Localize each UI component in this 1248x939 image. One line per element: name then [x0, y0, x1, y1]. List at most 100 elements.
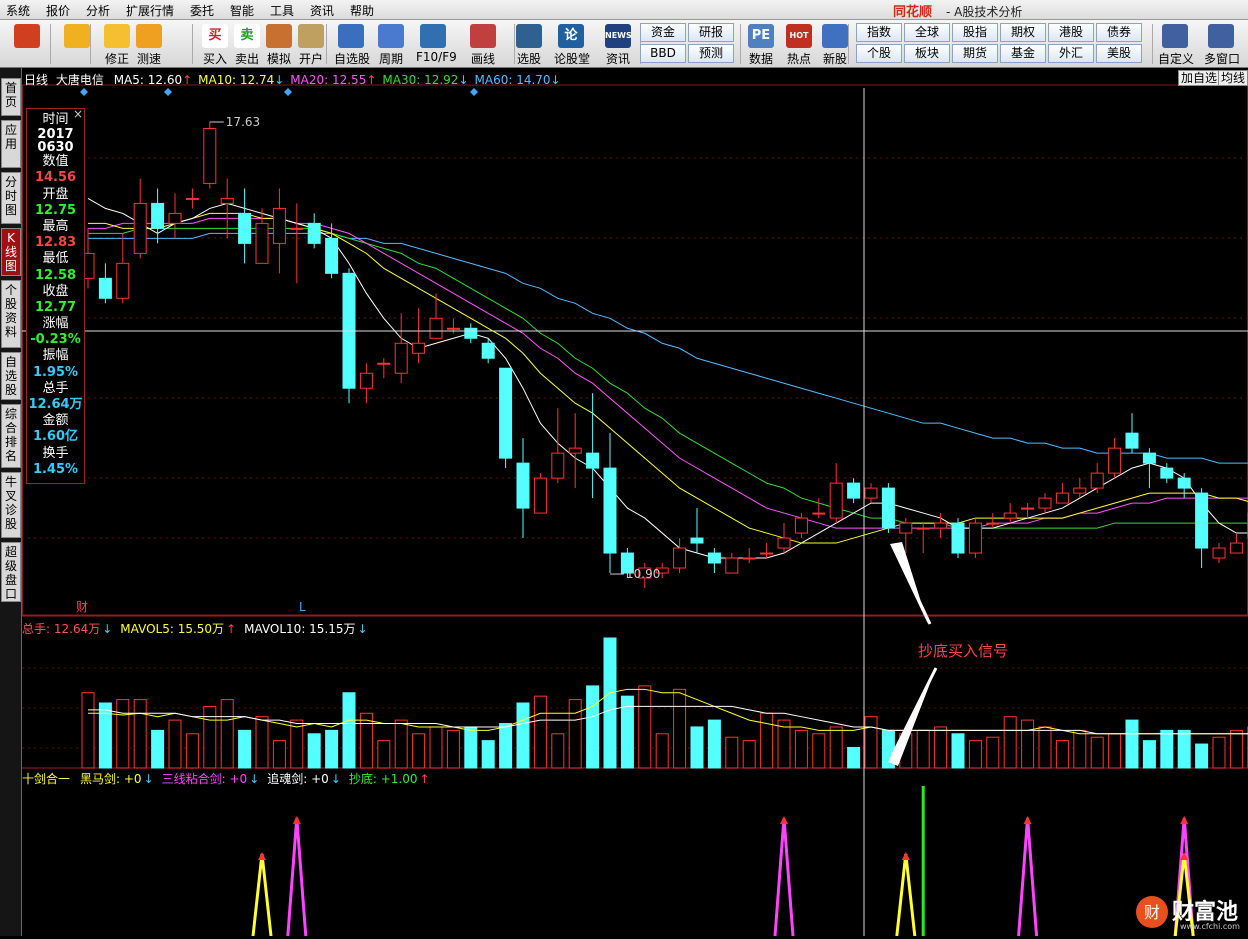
volume-bar[interactable] [169, 720, 181, 768]
candle-body[interactable] [239, 213, 251, 243]
candle-body[interactable] [152, 203, 164, 228]
candle-body[interactable] [830, 483, 842, 518]
candle-body[interactable] [674, 548, 686, 568]
candle-body[interactable] [1074, 488, 1086, 493]
volume-bar[interactable] [848, 747, 860, 768]
toolbar-item-17[interactable]: 新股 [818, 20, 852, 68]
toolbar-item-11[interactable]: 画线 [466, 20, 500, 68]
ma-setting-button[interactable]: 均线 [1218, 70, 1248, 86]
volume-bar[interactable] [1109, 734, 1121, 768]
quick-button-2[interactable]: BBD [640, 44, 686, 63]
volume-bar[interactable] [447, 730, 459, 768]
volume-bar[interactable] [186, 734, 198, 768]
candle-body[interactable] [221, 198, 233, 203]
candle-body[interactable] [500, 368, 512, 458]
close-icon[interactable]: × [73, 107, 83, 121]
volume-bar[interactable] [534, 696, 546, 768]
quick-button-1[interactable]: 研报 [688, 23, 734, 42]
menu-item[interactable]: 扩展行情 [126, 2, 174, 19]
volume-bar[interactable] [413, 734, 425, 768]
quick-button-15[interactable]: 美股 [1096, 44, 1142, 63]
volume-bar[interactable] [813, 734, 825, 768]
volume-bar[interactable] [1178, 730, 1190, 768]
candle-body[interactable] [569, 448, 581, 453]
quick-button-11[interactable]: 板块 [904, 44, 950, 63]
volume-bar[interactable] [674, 689, 686, 768]
volume-bar[interactable] [952, 734, 964, 768]
toolbar-item-3[interactable]: 测速 [132, 20, 166, 68]
candle-body[interactable] [1126, 433, 1138, 448]
candle-body[interactable] [778, 538, 790, 548]
candle-body[interactable] [517, 463, 529, 508]
volume-bar[interactable] [204, 706, 216, 768]
candle-body[interactable] [795, 518, 807, 533]
toolbar-item-2[interactable]: 修正 [100, 20, 134, 68]
volume-bar[interactable] [395, 720, 407, 768]
volume-bar[interactable] [1039, 727, 1051, 768]
candle-body[interactable] [1178, 478, 1190, 488]
menu-item[interactable]: 分析 [86, 2, 110, 19]
candle-body[interactable] [117, 263, 129, 298]
add-favorite-button[interactable]: 加自选 [1178, 70, 1220, 86]
volume-bar[interactable] [1022, 720, 1034, 768]
candle-body[interactable] [482, 343, 494, 358]
candle-body[interactable] [952, 523, 964, 553]
candle-body[interactable] [1143, 453, 1155, 463]
quick-button-5[interactable]: 全球 [904, 23, 950, 42]
volume-bar[interactable] [969, 741, 981, 768]
volume-bar[interactable] [326, 730, 338, 768]
toolbar-item-7[interactable]: 开户 [294, 20, 328, 68]
volume-bar[interactable] [1213, 737, 1225, 768]
volume-bar[interactable] [1143, 741, 1155, 768]
chart-svg[interactable]: 17.6310.90财L抄底买入信号 [22, 68, 1248, 936]
toolbar-item-6[interactable]: 模拟 [262, 20, 296, 68]
volume-bar[interactable] [465, 727, 477, 768]
toolbar-item-4[interactable]: 买买入 [198, 20, 232, 68]
volume-bar[interactable] [830, 727, 842, 768]
quick-button-10[interactable]: 个股 [856, 44, 902, 63]
candle-body[interactable] [447, 328, 459, 329]
volume-bar[interactable] [935, 727, 947, 768]
volume-bar[interactable] [221, 700, 233, 768]
candle-body[interactable] [395, 343, 407, 373]
toolbar-item-13[interactable]: 论论股堂 [554, 20, 588, 68]
volume-bar[interactable] [99, 703, 111, 768]
candle-body[interactable] [708, 553, 720, 563]
volume-bar[interactable] [1161, 730, 1173, 768]
candle-body[interactable] [360, 373, 372, 388]
candle-body[interactable] [326, 238, 338, 273]
candle-body[interactable] [1109, 448, 1121, 473]
candle-body[interactable] [1213, 548, 1225, 558]
volume-bar[interactable] [517, 703, 529, 768]
volume-bar[interactable] [378, 741, 390, 768]
candle-body[interactable] [273, 208, 285, 243]
candle-body[interactable] [465, 328, 477, 338]
volume-bar[interactable] [1230, 730, 1242, 768]
menu-item[interactable]: 委托 [190, 2, 214, 19]
volume-bar[interactable] [343, 693, 355, 768]
side-tab-3[interactable]: K线图 [1, 228, 21, 276]
volume-bar[interactable] [500, 724, 512, 768]
quick-button-3[interactable]: 预测 [688, 44, 734, 63]
quick-button-4[interactable]: 指数 [856, 23, 902, 42]
side-tab-6[interactable]: 综合排名 [1, 404, 21, 468]
volume-bar[interactable] [1074, 730, 1086, 768]
quick-button-14[interactable]: 外汇 [1048, 44, 1094, 63]
volume-bar[interactable] [691, 727, 703, 768]
side-tab-8[interactable]: 超级盘口 [1, 542, 21, 602]
volume-bar[interactable] [865, 717, 877, 768]
volume-bar[interactable] [308, 734, 320, 768]
quick-button-7[interactable]: 期权 [1000, 23, 1046, 42]
candle-body[interactable] [186, 198, 198, 199]
candle-body[interactable] [900, 523, 912, 533]
candle-body[interactable] [882, 488, 894, 528]
side-tab-5[interactable]: 自选股 [1, 352, 21, 400]
toolbar-item-5[interactable]: 卖卖出 [230, 20, 264, 68]
side-tab-1[interactable]: 应用 [1, 120, 21, 168]
candle-body[interactable] [917, 528, 929, 529]
volume-bar[interactable] [708, 720, 720, 768]
volume-bar[interactable] [482, 741, 494, 768]
candle-body[interactable] [169, 213, 181, 223]
quick-button-8[interactable]: 港股 [1048, 23, 1094, 42]
kline-chart-area[interactable]: 17.6310.90财L抄底买入信号 日线 大唐电信 MA5: 12.60↑MA… [22, 68, 1248, 936]
